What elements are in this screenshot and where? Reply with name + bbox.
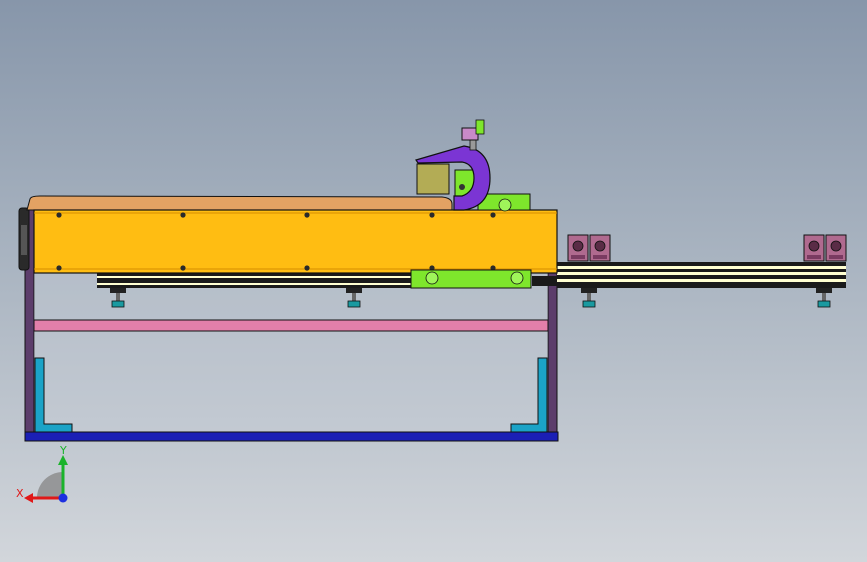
rail-stripe-right-2 bbox=[557, 272, 846, 275]
end-motor[interactable] bbox=[18, 207, 30, 271]
triad-plane-arc bbox=[37, 472, 63, 498]
x-axis-label: X bbox=[16, 487, 24, 500]
rail-stripe-left-2 bbox=[97, 283, 412, 285]
cylinder-top-fitting bbox=[475, 119, 485, 135]
machine-drawing: X Y bbox=[16, 119, 847, 503]
gear-box[interactable] bbox=[416, 163, 450, 195]
yellow-beam[interactable] bbox=[33, 209, 558, 274]
gripper-block bbox=[567, 234, 589, 262]
foot bbox=[581, 288, 597, 308]
rail-stripe-right-1 bbox=[557, 266, 846, 269]
top-plate[interactable] bbox=[26, 195, 453, 211]
rail-stripe-right-3 bbox=[557, 279, 846, 282]
rail-left-section bbox=[97, 273, 412, 288]
foot bbox=[816, 288, 832, 308]
carriage-side-bolt bbox=[459, 184, 465, 190]
rail-mid-section bbox=[532, 276, 558, 286]
cad-viewport: X Y bbox=[0, 0, 867, 562]
y-axis-label: Y bbox=[59, 444, 67, 457]
carriage-wheel bbox=[510, 271, 524, 285]
beam-body bbox=[33, 209, 558, 274]
carriage-top-wheel bbox=[498, 198, 512, 212]
frame-inner-panel bbox=[34, 273, 548, 433]
z-axis-dot bbox=[58, 493, 68, 503]
x-axis-arrow bbox=[24, 493, 33, 503]
carriage-wheel bbox=[425, 271, 439, 285]
motor-ring bbox=[21, 225, 27, 255]
gripper-block bbox=[825, 234, 847, 262]
gripper-blocks[interactable] bbox=[567, 234, 847, 262]
rail-stripe-left-1 bbox=[97, 276, 412, 278]
pink-crossbar[interactable] bbox=[33, 319, 549, 332]
blue-base[interactable] bbox=[24, 431, 559, 442]
gripper-block bbox=[589, 234, 611, 262]
gripper-block bbox=[803, 234, 825, 262]
coordinate-triad: X Y bbox=[16, 444, 68, 503]
